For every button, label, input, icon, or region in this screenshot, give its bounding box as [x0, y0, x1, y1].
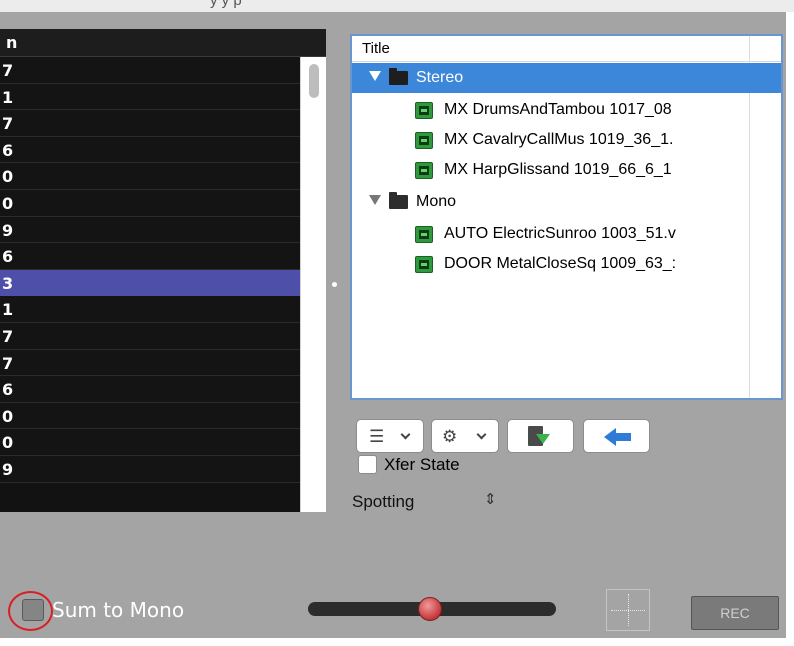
window-title: y y p — [210, 0, 242, 9]
chevron-down-icon — [476, 429, 487, 440]
folder-label: Mono — [416, 193, 457, 210]
left-list-header[interactable]: n — [0, 29, 326, 57]
column-divider[interactable] — [749, 36, 750, 62]
list-row-label: 6 — [2, 140, 14, 160]
left-list-scrollbar[interactable] — [300, 57, 326, 512]
highlight-circle — [8, 591, 53, 631]
list-row[interactable]: 1 — [0, 83, 300, 111]
file-label: MX DrumsAndTambou 1017_08 — [444, 101, 672, 118]
list-row[interactable]: 7 — [0, 349, 300, 377]
list-row-label: 7 — [2, 61, 14, 80]
tree-folder-row[interactable]: Mono — [352, 187, 781, 217]
xfer-state-label: Xfer State — [384, 455, 460, 474]
tree-file-row[interactable]: MX CavalryCallMus 1019_36_1. — [352, 125, 781, 155]
left-column-header: n — [6, 33, 18, 52]
list-row[interactable]: 6 — [0, 136, 300, 164]
list-row-label: 3 — [2, 273, 14, 293]
list-row[interactable]: 9 — [0, 455, 300, 483]
list-row[interactable]: 9 — [0, 216, 300, 244]
list-row-label: 0 — [2, 193, 14, 213]
folder-icon — [389, 192, 408, 209]
window-edge — [786, 12, 794, 638]
meter-display — [606, 589, 650, 631]
back-button[interactable] — [583, 419, 650, 453]
list-row-label: 9 — [2, 220, 14, 240]
audio-file-icon — [415, 256, 433, 273]
splitter-handle[interactable] — [332, 282, 337, 287]
app-window: n 7 1 7 6 0 0 9 6 3 1 7 7 6 0 0 9 Title — [0, 12, 786, 638]
updown-chevron-icon[interactable]: ⇕ — [484, 490, 497, 508]
tree-folder-row[interactable]: Stereo — [352, 63, 781, 93]
file-label: MX CavalryCallMus 1019_36_1. — [444, 131, 674, 148]
export-button[interactable] — [507, 419, 574, 453]
list-row-label: 0 — [2, 167, 14, 187]
mode-select[interactable]: Spotting — [352, 492, 414, 512]
chevron-down-icon — [400, 429, 411, 440]
disclosure-triangle-icon[interactable] — [369, 71, 381, 81]
list-row-label: 0 — [2, 433, 14, 453]
tree-file-row[interactable]: MX HarpGlissand 1019_66_6_1 — [352, 155, 781, 185]
panel-divider — [334, 538, 786, 540]
settings-menu-button[interactable]: ⚙ — [431, 419, 499, 453]
file-label: DOOR MetalCloseSq 1009_63_: — [444, 255, 677, 272]
list-icon: ☰ — [369, 427, 385, 447]
list-row-label: 6 — [2, 380, 14, 400]
list-row[interactable]: 0 — [0, 189, 300, 217]
volume-slider-thumb[interactable] — [418, 597, 442, 621]
tree-file-row[interactable]: DOOR MetalCloseSq 1009_63_: — [352, 249, 781, 279]
left-list-panel: n 7 1 7 6 0 0 9 6 3 1 7 7 6 0 0 9 — [0, 29, 326, 512]
back-arrow-shaft — [615, 433, 631, 441]
list-row-selected[interactable]: 3 — [0, 269, 300, 297]
title-column-label: Title — [362, 40, 390, 57]
audio-file-icon — [415, 162, 433, 179]
list-row[interactable]: 0 — [0, 402, 300, 430]
list-menu-button[interactable]: ☰ — [356, 419, 424, 453]
folder-icon — [389, 68, 408, 85]
list-row-label: 1 — [2, 87, 14, 107]
list-row-label: 9 — [2, 459, 14, 479]
file-label: MX HarpGlissand 1019_66_6_1 — [444, 161, 672, 178]
disclosure-triangle-icon[interactable] — [369, 195, 381, 205]
folder-label: Stereo — [416, 69, 464, 86]
gear-icon: ⚙ — [442, 427, 458, 447]
audio-file-icon — [415, 102, 433, 119]
list-row[interactable]: 0 — [0, 163, 300, 190]
left-list-rows: 7 1 7 6 0 0 9 6 3 1 7 7 6 0 0 9 — [0, 57, 300, 483]
list-row-label: 0 — [2, 406, 14, 426]
sum-to-mono-label: Sum to Mono — [52, 598, 185, 622]
rec-button[interactable]: REC — [691, 596, 779, 630]
list-row-label: 7 — [2, 326, 14, 346]
tree-column-header[interactable]: Title — [352, 36, 781, 62]
file-tree-panel: Title Stereo MX DrumsAndTambou 1017_08 M… — [350, 34, 783, 400]
list-row-label: 6 — [2, 247, 14, 267]
list-row-label: 1 — [2, 300, 14, 320]
audio-file-icon — [415, 132, 433, 149]
file-label: AUTO ElectricSunroo 1003_51.v — [444, 225, 676, 242]
list-row[interactable]: 6 — [0, 376, 300, 403]
tree-file-row[interactable]: MX DrumsAndTambou 1017_08 — [352, 95, 781, 125]
list-row[interactable]: 1 — [0, 296, 300, 323]
scroll-thumb[interactable] — [309, 64, 319, 98]
list-row-label: 7 — [2, 353, 14, 373]
list-row[interactable]: 0 — [0, 429, 300, 456]
audio-file-icon — [415, 226, 433, 243]
list-row[interactable]: 7 — [0, 322, 300, 350]
list-row[interactable]: 6 — [0, 243, 300, 270]
xfer-state-checkbox[interactable] — [358, 455, 377, 474]
list-row[interactable]: 7 — [0, 110, 300, 137]
list-row[interactable]: 7 — [0, 57, 300, 84]
list-row-label: 7 — [2, 114, 14, 134]
tree-file-row[interactable]: AUTO ElectricSunroo 1003_51.v — [352, 219, 781, 249]
export-arrow-icon — [536, 434, 550, 444]
window-title-bar: y y p — [0, 0, 794, 12]
